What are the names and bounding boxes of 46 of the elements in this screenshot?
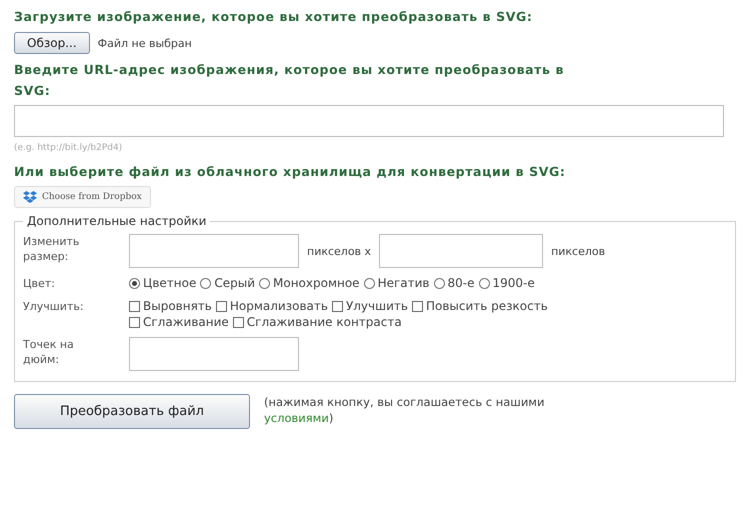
checkbox[interactable] <box>412 300 423 312</box>
resize-label: Изменить размер: <box>23 234 80 264</box>
color-option[interactable]: Цветное <box>129 276 196 290</box>
radio-button[interactable] <box>259 278 270 288</box>
unit-label: пикселов <box>551 244 606 258</box>
dropbox-button[interactable]: Choose from Dropbox <box>14 186 151 208</box>
enhance-option[interactable]: Сглаживание <box>129 315 229 329</box>
color-option[interactable]: 80-е <box>434 276 474 290</box>
enhance-option[interactable]: Повысить резкость <box>412 299 548 313</box>
enhance-option[interactable]: Выровнять <box>129 299 212 313</box>
enhance-label: Улучшить: <box>23 299 85 314</box>
dpi-label: Точек на дюйм: <box>23 337 75 367</box>
checkbox[interactable] <box>332 300 343 312</box>
enhance-option[interactable]: Сглаживание контраста <box>232 315 402 329</box>
enhance-option[interactable]: Улучшить <box>332 299 408 313</box>
radio-button[interactable] <box>200 278 212 288</box>
checkbox[interactable] <box>129 316 140 328</box>
color-label: Цвет: <box>23 276 56 291</box>
color-option[interactable]: Негатив <box>364 276 430 290</box>
dropbox-icon <box>23 191 37 203</box>
terms-link[interactable]: условиями <box>264 411 329 425</box>
color-option[interactable]: Монохромное <box>259 276 360 290</box>
checkbox[interactable] <box>129 300 140 312</box>
url-field[interactable] <box>14 105 724 137</box>
upload-heading: Загрузите изображение, которое вы хотите преобразовать в SVG: <box>14 8 534 26</box>
browse-button[interactable]: Обзор... <box>14 32 90 54</box>
height-field[interactable] <box>379 234 544 268</box>
checkbox[interactable] <box>216 300 227 312</box>
radio-button[interactable] <box>364 278 375 288</box>
color-option[interactable]: Серый <box>200 276 255 290</box>
dpi-field[interactable] <box>129 337 299 371</box>
url-heading: Введите URL-адрес изображения, которое вы хотите преобразовать в SVG: <box>14 61 565 100</box>
width-field[interactable] <box>129 234 299 268</box>
settings-legend: Дополнительные настройки <box>23 214 210 228</box>
color-option[interactable]: 1900-е <box>478 276 535 290</box>
convert-button[interactable]: Преобразовать файл <box>14 394 250 429</box>
enhance-option[interactable]: Нормализовать <box>216 299 328 313</box>
terms-note: (нажимая кнопку, вы соглашаетесь с нашими условиями) <box>264 394 546 426</box>
cloud-heading: Или выберите файл из облачного хранилища для конвертации в SVG: <box>14 163 566 181</box>
unit-label: пикселов x <box>307 244 372 258</box>
radio-button[interactable] <box>478 278 490 288</box>
checkbox[interactable] <box>232 316 244 328</box>
radio-button[interactable] <box>129 278 140 288</box>
file-status: Файл не выбран <box>98 36 192 50</box>
url-hint: (e.g. http://bit.ly/b2Pd4) <box>14 143 124 153</box>
radio-button[interactable] <box>434 278 445 288</box>
